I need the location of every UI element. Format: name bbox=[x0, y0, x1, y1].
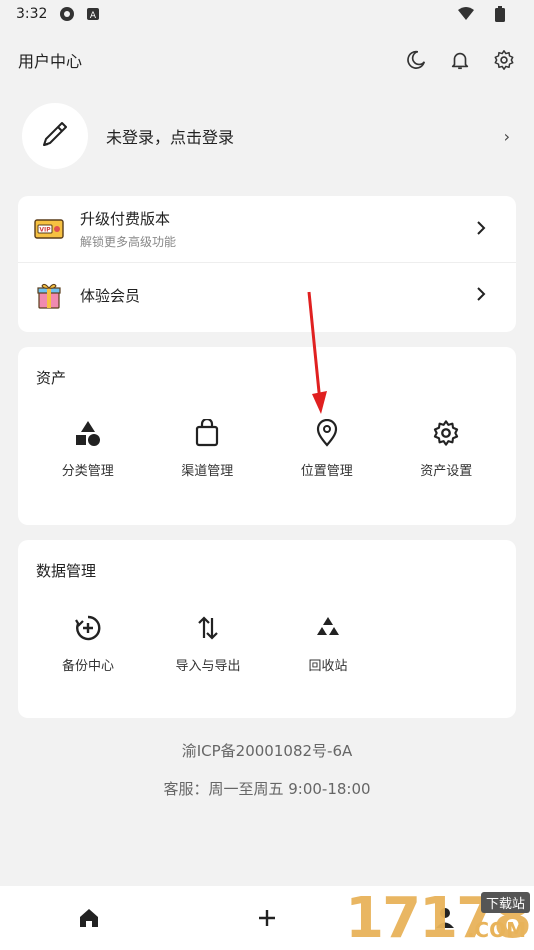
site-watermark: 17178 下载站 .COM bbox=[300, 888, 532, 948]
gift-box-icon bbox=[34, 281, 64, 311]
assets-card: 资产 分类管理 渠道管理 位置管理 资产设置 bbox=[18, 347, 516, 525]
import-export-icon bbox=[193, 613, 223, 643]
location-management-label: 位置管理 bbox=[300, 464, 353, 479]
trial-member-row[interactable]: 体验会员 bbox=[18, 262, 516, 328]
import-export-label: 导入与导出 bbox=[175, 659, 241, 674]
location-pin-icon bbox=[312, 418, 342, 448]
watermark-tag: 下载站 bbox=[480, 892, 530, 913]
recycle-icon bbox=[313, 613, 343, 643]
svg-text:A: A bbox=[90, 11, 97, 21]
data-management-card: 数据管理 备份中心 导入与导出 回收站 bbox=[18, 540, 516, 718]
chevron-right-icon bbox=[476, 286, 486, 305]
import-export-button[interactable]: 导入与导出 bbox=[148, 613, 268, 674]
backup-center-button[interactable]: 备份中心 bbox=[28, 613, 148, 674]
assets-section-title: 资产 bbox=[36, 369, 67, 387]
add-icon[interactable] bbox=[253, 904, 281, 932]
customer-service-hours: 客服：周一至周五 9:00-18:00 bbox=[163, 780, 371, 798]
promo-card: VIP 升级付费版本 解锁更多高级功能 体验会员 bbox=[18, 196, 516, 332]
avatar[interactable] bbox=[22, 103, 88, 169]
chevron-right-icon: › bbox=[503, 126, 510, 146]
upgrade-sublabel: 解锁更多高级功能 bbox=[80, 235, 177, 249]
upgrade-row[interactable]: VIP 升级付费版本 解锁更多高级功能 bbox=[18, 196, 516, 262]
recycle-bin-label: 回收站 bbox=[308, 659, 348, 674]
wifi-icon bbox=[458, 6, 474, 22]
category-shapes-icon bbox=[73, 418, 103, 448]
top-bar: 用户中心 bbox=[0, 40, 534, 80]
settings-gear-icon[interactable] bbox=[492, 48, 516, 72]
recycle-bin-button[interactable]: 回收站 bbox=[268, 613, 388, 674]
channel-management-label: 渠道管理 bbox=[181, 464, 234, 479]
backup-icon bbox=[73, 613, 103, 643]
app-a-icon: A bbox=[85, 6, 101, 22]
asset-settings-button[interactable]: 资产设置 bbox=[387, 418, 507, 479]
home-icon[interactable] bbox=[75, 904, 103, 932]
channel-management-button[interactable]: 渠道管理 bbox=[148, 418, 268, 479]
upgrade-label: 升级付费版本 bbox=[80, 210, 171, 228]
page-title: 用户中心 bbox=[18, 52, 83, 71]
icp-record: 渝ICP备20001082号-6A bbox=[181, 742, 353, 760]
backup-center-label: 备份中心 bbox=[61, 659, 114, 674]
battery-icon bbox=[492, 6, 508, 22]
vip-ticket-icon: VIP bbox=[34, 214, 64, 244]
category-management-button[interactable]: 分类管理 bbox=[28, 418, 148, 479]
status-bar: 3:32 A bbox=[0, 0, 534, 28]
status-time: 3:32 bbox=[16, 6, 48, 22]
svg-text:VIP: VIP bbox=[39, 227, 51, 234]
app-notification-icon bbox=[59, 6, 75, 22]
location-management-button[interactable]: 位置管理 bbox=[267, 418, 387, 479]
chevron-right-icon bbox=[476, 220, 486, 239]
data-management-section-title: 数据管理 bbox=[36, 562, 97, 580]
login-row[interactable]: 未登录，点击登录 › bbox=[22, 102, 516, 170]
watermark-domain: .COM bbox=[466, 918, 526, 942]
category-management-label: 分类管理 bbox=[61, 464, 114, 479]
bell-icon[interactable] bbox=[448, 48, 472, 72]
login-prompt[interactable]: 未登录，点击登录 bbox=[106, 124, 234, 148]
gear-icon bbox=[431, 418, 461, 448]
asset-settings-label: 资产设置 bbox=[420, 464, 473, 479]
pen-icon bbox=[36, 115, 74, 157]
shopping-bag-icon bbox=[192, 418, 222, 448]
dark-mode-icon[interactable] bbox=[404, 48, 428, 72]
trial-member-label: 体验会员 bbox=[80, 287, 141, 305]
